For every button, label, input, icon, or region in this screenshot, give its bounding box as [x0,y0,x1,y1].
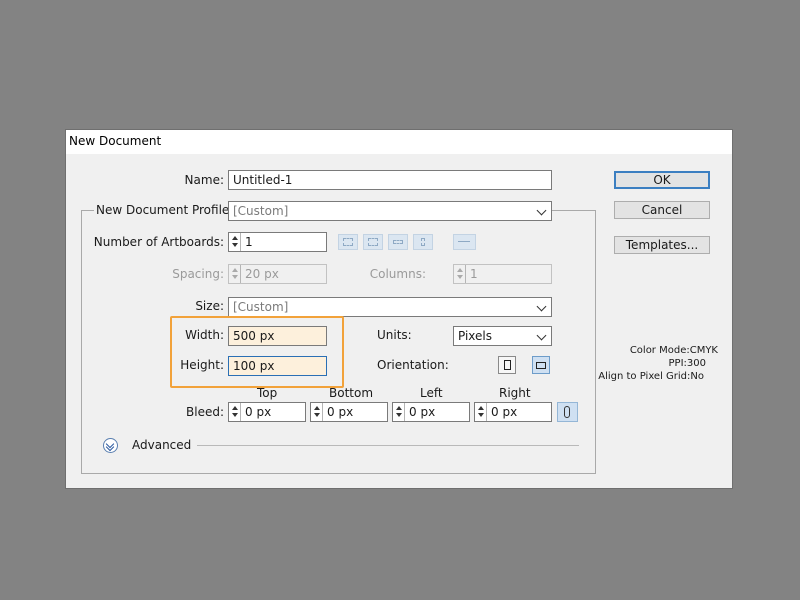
title-bar: New Document [66,130,732,154]
bleed-label: Bleed: [186,405,224,419]
bleed-left-header: Left [420,386,443,400]
chevron-down-icon [536,330,547,341]
chevron-down-icon [536,301,547,312]
bleed-top-header: Top [257,386,278,400]
artboards-stepper[interactable]: 1 [228,232,327,252]
chevron-down-icon [536,205,547,216]
color-mode-info: Color Mode:CMYK [629,345,718,356]
advanced-divider [197,445,579,446]
name-label: Name: [184,173,224,187]
spacing-value: 20 px [245,267,279,281]
columns-label: Columns: [369,267,426,281]
templates-button[interactable]: Templates... [614,236,710,254]
bleed-bottom-header: Bottom [329,386,374,400]
height-field[interactable]: 100 px [228,356,327,376]
profile-label: New Document Profile: [94,203,236,217]
width-value: 500 px [233,329,275,343]
profile-dropdown[interactable]: [Custom] [228,201,552,221]
orientation-label: Orientation: [377,358,449,372]
bleed-top-stepper[interactable]: 0 px [228,402,306,422]
advanced-label[interactable]: Advanced [132,438,191,452]
artboards-value: 1 [245,235,253,249]
ppi-info: PPI:300 [668,358,706,369]
columns-stepper[interactable]: 1 [453,264,552,284]
grid-by-column-icon[interactable] [363,234,383,250]
spacing-label: Spacing: [172,267,224,281]
landscape-icon[interactable] [532,356,550,374]
profile-value: [Custom] [233,204,289,218]
bleed-left-stepper[interactable]: 0 px [392,402,470,422]
arrange-by-column-icon[interactable] [413,234,433,250]
pixel-grid-info: Align to Pixel Grid:No [598,371,704,382]
bleed-left-value: 0 px [409,405,436,419]
arrange-by-row-icon[interactable] [388,234,408,250]
bleed-right-stepper[interactable]: 0 px [474,402,552,422]
units-value: Pixels [458,329,493,343]
bleed-right-header: Right [499,386,531,400]
bleed-bottom-value: 0 px [327,405,354,419]
new-document-dialog: New Document Name: Untitled-1 New Docume… [65,129,733,489]
spacing-stepper[interactable]: 20 px [228,264,327,284]
height-value: 100 px [233,359,275,373]
stepper-arrows-icon[interactable] [229,233,241,251]
size-label: Size: [195,299,224,313]
stepper-arrows-icon[interactable] [229,403,241,421]
cancel-button[interactable]: Cancel [614,201,710,219]
stepper-arrows-icon [454,265,466,283]
stepper-arrows-icon[interactable] [475,403,487,421]
dialog-title: New Document [69,134,162,148]
grid-by-row-icon[interactable] [338,234,358,250]
artboards-label: Number of Artboards: [93,235,224,249]
expand-chevrons-icon[interactable] [103,438,118,453]
width-field[interactable]: 500 px [228,326,327,346]
chain-link-icon[interactable] [557,402,578,422]
name-field[interactable]: Untitled-1 [228,170,552,190]
right-to-left-icon[interactable] [453,234,476,250]
units-dropdown[interactable]: Pixels [453,326,552,346]
bleed-top-value: 0 px [245,405,272,419]
size-dropdown[interactable]: [Custom] [228,297,552,317]
stepper-arrows-icon[interactable] [311,403,323,421]
name-value: Untitled-1 [233,173,293,187]
size-value: [Custom] [233,300,289,314]
units-label: Units: [377,328,412,342]
bleed-bottom-stepper[interactable]: 0 px [310,402,388,422]
stepper-arrows-icon[interactable] [393,403,405,421]
stepper-arrows-icon [229,265,241,283]
portrait-icon[interactable] [498,356,516,374]
width-label: Width: [185,328,224,342]
columns-value: 1 [470,267,478,281]
ok-button[interactable]: OK [614,171,710,189]
height-label: Height: [180,358,224,372]
bleed-right-value: 0 px [491,405,518,419]
